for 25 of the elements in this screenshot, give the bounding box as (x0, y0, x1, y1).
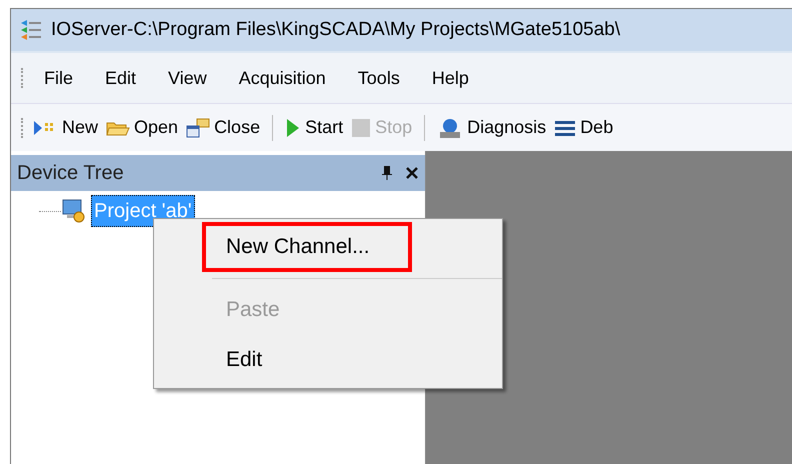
window-icon (186, 118, 210, 138)
menu-item[interactable]: Acquisition (228, 64, 336, 92)
pin-icon[interactable] (381, 165, 393, 181)
toolbar-button[interactable]: Start (285, 114, 344, 141)
computer-icon (61, 198, 87, 224)
toolbar-button[interactable]: Close (186, 114, 260, 141)
list-icon (554, 118, 576, 136)
grip-icon (21, 68, 24, 88)
menu-item[interactable]: Tools (348, 64, 410, 92)
play-icon (285, 118, 302, 138)
menu-item[interactable]: Help (422, 64, 479, 92)
toolbar-button[interactable]: New (32, 114, 98, 141)
menu-item[interactable]: New Channel... (202, 222, 412, 272)
toolbar-button[interactable]: Diagnosis (437, 114, 546, 141)
menu-item[interactable]: Edit (202, 335, 412, 385)
stop-icon (351, 118, 372, 138)
close-icon[interactable] (405, 166, 419, 180)
panel-title: Device Tree (17, 161, 124, 186)
menu-item[interactable]: Edit (95, 64, 146, 92)
toolbar-button[interactable]: Open (106, 114, 178, 141)
grip-icon (21, 118, 24, 138)
menu-item[interactable]: View (158, 64, 217, 92)
menu-item[interactable]: File (34, 64, 84, 92)
toolbar-button[interactable]: Deb (554, 114, 614, 141)
window-title: IOServer-C:\Program Files\KingSCADA\My Projects\MGate5105ab\ (51, 18, 620, 42)
